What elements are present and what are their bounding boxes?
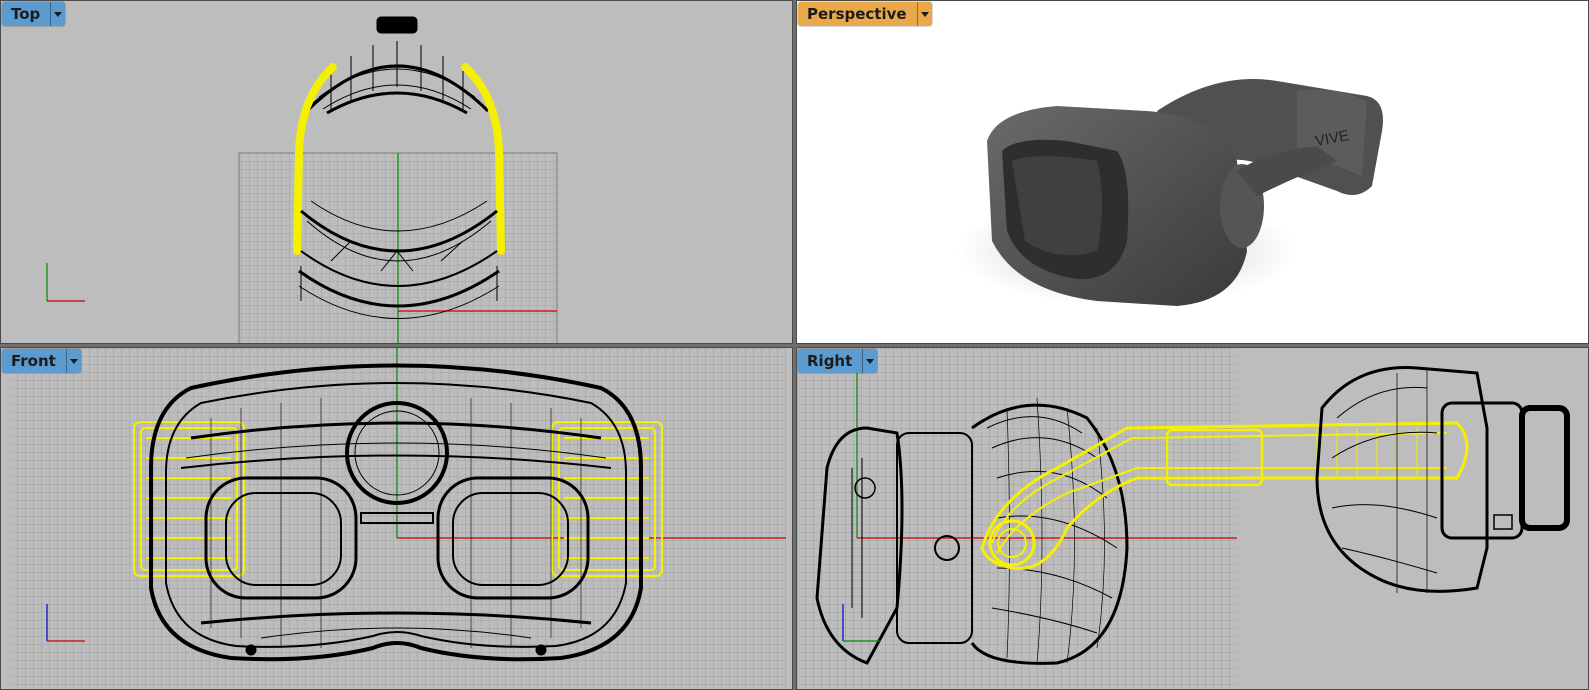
construction-grid [797, 348, 1237, 689]
chevron-down-icon[interactable] [916, 2, 932, 26]
viewport-title-perspective: Perspective [807, 5, 907, 23]
viewport-right[interactable]: Right [796, 347, 1589, 690]
headset-render: VIVE [987, 79, 1383, 306]
viewport-title-top: Top [11, 5, 41, 23]
viewport-top[interactable]: Top [0, 0, 793, 344]
chevron-down-icon[interactable] [50, 2, 65, 26]
chevron-down-icon[interactable] [65, 349, 81, 373]
viewport-front[interactable]: Front [0, 347, 793, 690]
front-view-canvas[interactable] [1, 348, 793, 690]
viewport-title-front: Front [11, 352, 56, 370]
perspective-render-canvas[interactable]: VIVE [797, 1, 1589, 344]
viewport-tab-front[interactable]: Front [2, 349, 81, 373]
chevron-down-icon[interactable] [862, 349, 877, 373]
viewport-perspective[interactable]: Perspective VIVE [796, 0, 1589, 344]
viewport-tab-perspective[interactable]: Perspective [798, 2, 932, 26]
rear-cradle-wireframe [1315, 366, 1570, 593]
viewport-tab-right[interactable]: Right [798, 349, 878, 373]
right-view-canvas[interactable] [797, 348, 1589, 690]
top-view-canvas[interactable] [1, 1, 793, 344]
viewport-title-right: Right [807, 352, 853, 370]
viewport-tab-top[interactable]: Top [2, 2, 66, 26]
world-axis-icon [46, 263, 85, 302]
construction-grid [11, 348, 786, 689]
